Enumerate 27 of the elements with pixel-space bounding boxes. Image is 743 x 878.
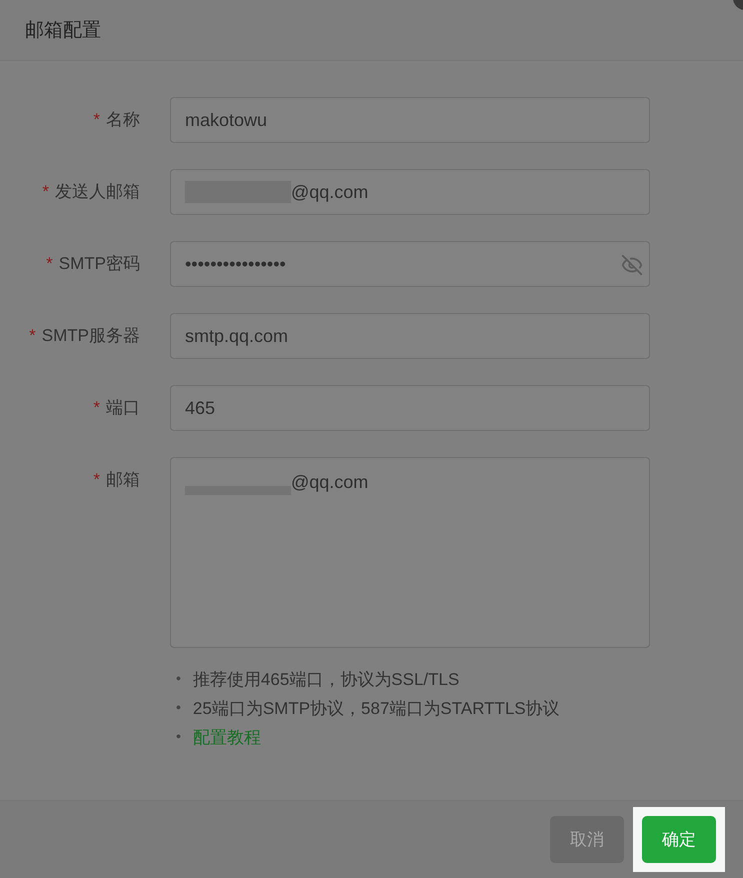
cancel-button[interactable]: 取消 (550, 816, 624, 863)
text-area[interactable]: @qq.com (170, 457, 650, 648)
required-mark: * (93, 398, 100, 417)
dialog-title: 邮箱配置 (25, 19, 101, 43)
field-label: * 邮箱 (92, 469, 141, 491)
field-label: * SMTP服务器 (28, 325, 141, 347)
tip-text: 25端口为SMTP协议，587端口为STARTTLS协议 (192, 698, 560, 720)
field-label: * 名称 (92, 109, 141, 131)
bullet: • (176, 698, 181, 717)
required-mark: * (29, 326, 36, 345)
required-mark: * (46, 254, 53, 273)
required-mark: * (93, 470, 100, 489)
tip-text: 推荐使用465端口，协议为SSL/TLS (192, 669, 460, 691)
field-label: * SMTP密码 (45, 253, 141, 275)
required-mark: * (93, 110, 100, 129)
confirm-button[interactable]: 确定 (642, 816, 716, 863)
field-label: * 发送人邮箱 (41, 181, 141, 203)
eye-off-icon[interactable] (621, 254, 643, 276)
input-field[interactable]: •••••••••••••••• (170, 241, 650, 287)
bullet: • (176, 727, 181, 746)
input-field[interactable]: makotowu (170, 97, 650, 143)
field-label: * 端口 (92, 397, 141, 419)
bullet: • (176, 669, 181, 688)
input-field[interactable]: @qq.com (170, 169, 650, 215)
input-field[interactable]: 465 (170, 385, 650, 431)
required-mark: * (42, 182, 49, 201)
input-field[interactable]: smtp.qq.com (170, 313, 650, 359)
